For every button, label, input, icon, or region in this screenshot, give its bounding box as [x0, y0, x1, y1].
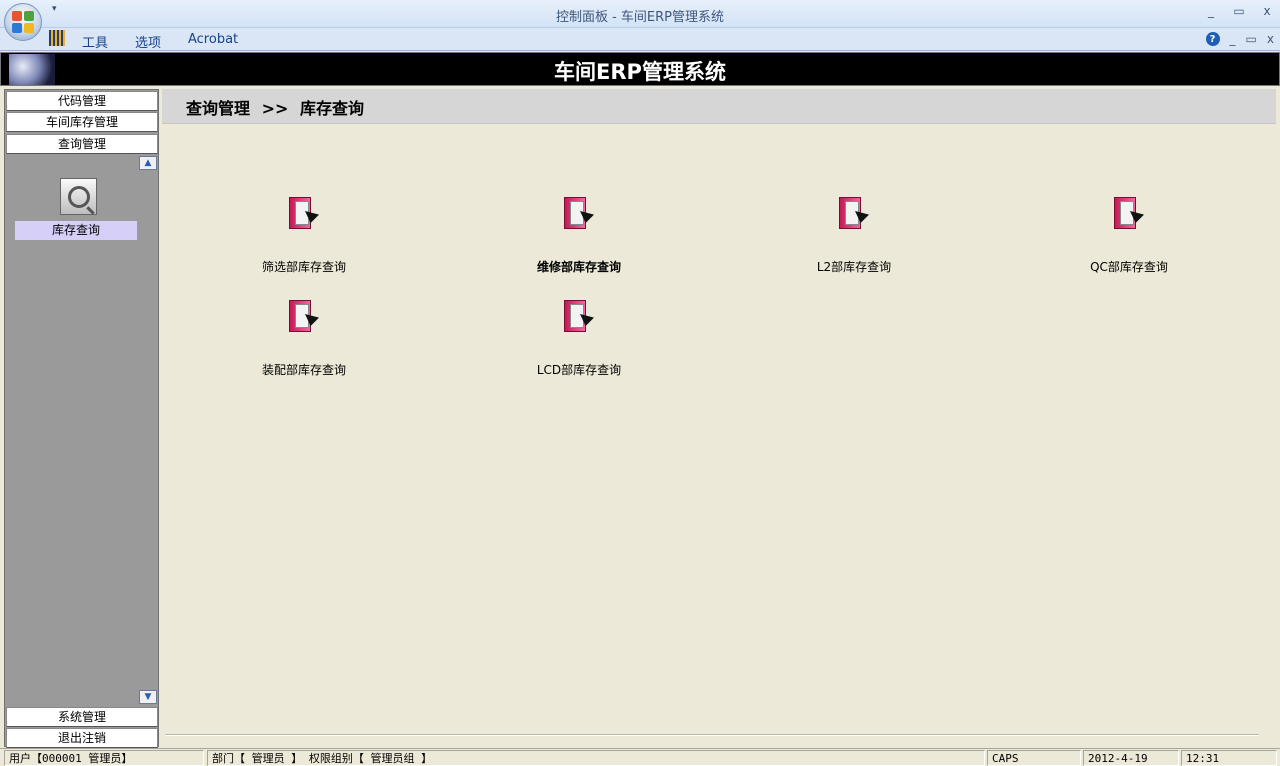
tile-repair-stock-query[interactable]: 维修部库存查询 [489, 195, 669, 285]
status-date: 2012-4-19 [1083, 750, 1179, 766]
folder-report-icon [285, 195, 321, 231]
tile-lcd-stock-query[interactable]: LCD部库存查询 [489, 298, 669, 388]
breadcrumb: 查询管理 >> 库存查询 [162, 89, 1276, 124]
status-user: 用户【000001 管理员】 [4, 750, 204, 766]
menu-bar: 工具 选项 Acrobat ? _ ▭ x [0, 28, 1280, 51]
folder-report-icon [835, 195, 871, 231]
tile-assembly-stock-query[interactable]: 装配部库存查询 [214, 298, 394, 388]
breadcrumb-parent: 查询管理 [186, 99, 251, 118]
office-button[interactable] [4, 3, 42, 41]
folder-report-icon [285, 298, 321, 334]
breadcrumb-current: 库存查询 [299, 99, 364, 118]
tile-label: 维修部库存查询 [536, 260, 621, 274]
app-header: 车间ERP管理系统 [0, 52, 1280, 86]
title-bar: ▾ 控制面板 - 车间ERP管理系统 _ ▭ x [0, 0, 1280, 28]
sidebar-group-query[interactable]: 查询管理 [6, 134, 158, 154]
magnifier-icon [67, 185, 90, 208]
window-title: 控制面板 - 车间ERP管理系统 [555, 10, 725, 25]
tile-label: QC部库存查询 [1090, 260, 1168, 274]
tile-label: 装配部库存查询 [261, 363, 346, 377]
sidebar-group-system[interactable]: 系统管理 [6, 707, 158, 727]
mdi-close-button[interactable]: x [1267, 32, 1274, 46]
tile-l2-stock-query[interactable]: L2部库存查询 [764, 195, 944, 285]
menu-options[interactable]: 选项 [135, 32, 161, 51]
window-controls: _ ▭ x [1204, 4, 1274, 18]
tile-screening-stock-query[interactable]: 筛选部库存查询 [214, 195, 394, 285]
folder-report-icon [560, 195, 596, 231]
status-department: 部门【 管理员 】 权限组别【 管理员组 】 [207, 750, 985, 766]
menu-tools[interactable]: 工具 [82, 32, 108, 51]
main-panel: 查询管理 >> 库存查询 筛选部库存查询 维修部库存查询 L2部库存查询 QC部… [162, 89, 1278, 747]
close-button[interactable]: x [1260, 4, 1274, 18]
breadcrumb-separator: >> [261, 99, 289, 118]
bottom-divider [165, 734, 1259, 736]
app-title: 车间ERP管理系统 [554, 60, 726, 84]
tile-qc-stock-query[interactable]: QC部库存查询 [1039, 195, 1219, 285]
sidebar-group-workshop-stock[interactable]: 车间库存管理 [6, 112, 158, 132]
menu-acrobat[interactable]: Acrobat [188, 32, 238, 47]
status-bar: 用户【000001 管理员】 部门【 管理员 】 权限组别【 管理员组 】 CA… [0, 748, 1280, 766]
status-caps: CAPS [987, 750, 1081, 766]
mdi-controls: ? _ ▭ x [1205, 32, 1274, 46]
stock-query-icon[interactable] [60, 178, 97, 215]
scroll-down-button[interactable]: ▼ [139, 690, 157, 704]
sidebar-item-stock-query[interactable]: 库存查询 [15, 221, 137, 240]
help-icon[interactable]: ? [1205, 32, 1220, 46]
app-icon[interactable] [49, 30, 65, 46]
tile-label: LCD部库存查询 [536, 363, 622, 377]
status-time: 12:31 [1181, 750, 1277, 766]
office-logo-icon [12, 11, 34, 33]
folder-report-icon [1110, 195, 1146, 231]
mdi-restore-button[interactable]: ▭ [1246, 32, 1257, 46]
tile-label: L2部库存查询 [816, 260, 892, 274]
mdi-minimize-button[interactable]: _ [1230, 32, 1236, 46]
sidebar: 代码管理 车间库存管理 查询管理 ▲ 库存查询 ▼ 系统管理 退出注销 [4, 89, 159, 748]
scroll-up-button[interactable]: ▲ [139, 156, 157, 170]
folder-report-icon [560, 298, 596, 334]
tile-label: 筛选部库存查询 [261, 260, 346, 274]
sidebar-group-code[interactable]: 代码管理 [6, 91, 158, 111]
restore-button[interactable]: ▭ [1232, 4, 1246, 18]
sidebar-group-logout[interactable]: 退出注销 [6, 728, 158, 748]
breadcrumb-text: 查询管理 >> 库存查询 [186, 95, 364, 119]
minimize-button[interactable]: _ [1204, 4, 1218, 18]
